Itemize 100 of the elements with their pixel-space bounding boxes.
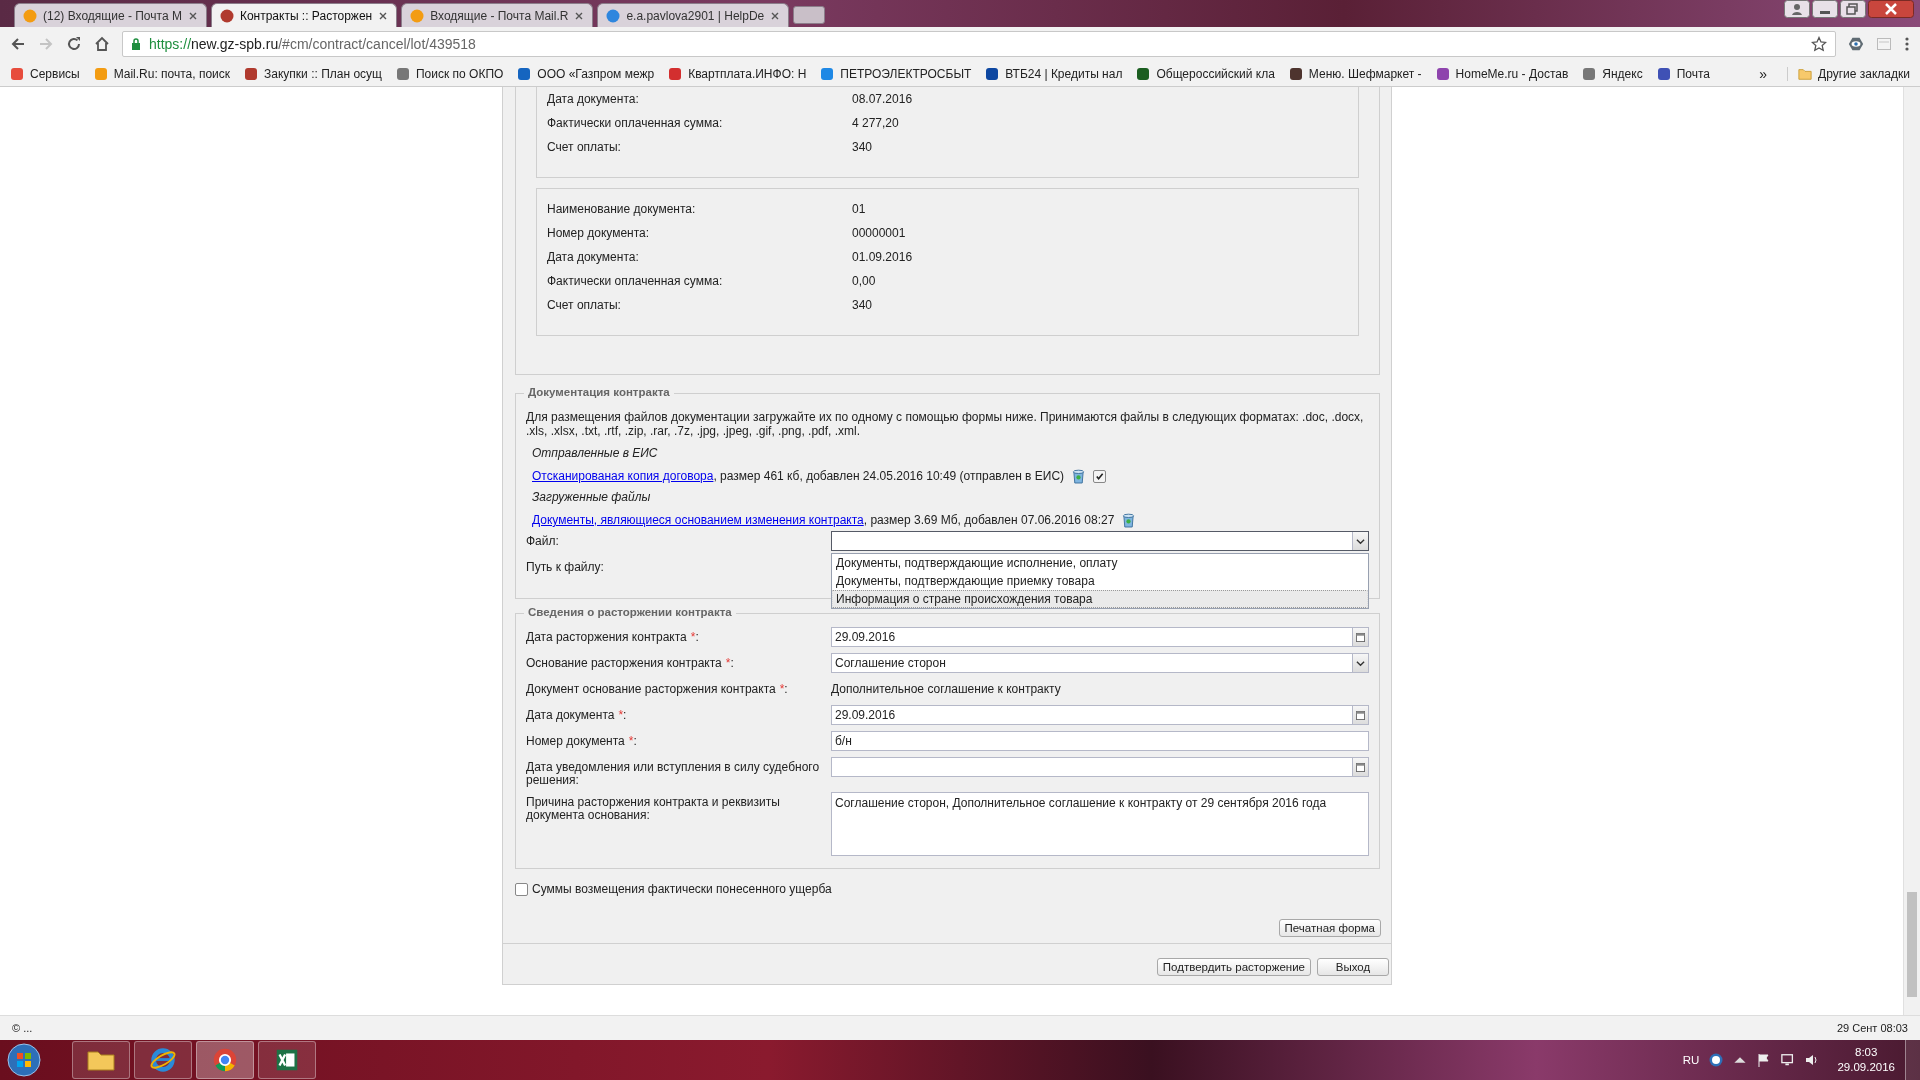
back-icon[interactable]	[10, 36, 26, 52]
files-heading: Отправленные в ЕИС	[531, 445, 659, 462]
browser-tab[interactable]: Контракты :: Расторжен	[210, 3, 398, 27]
field-label: Путь к файлу:	[526, 559, 605, 574]
input-field[interactable]: б/н	[831, 731, 1369, 751]
close-icon[interactable]	[770, 10, 781, 21]
browser-tab[interactable]: e.a.pavlova2901 | HelpDe	[597, 3, 790, 27]
other-bookmarks-folder[interactable]: Другие закладки	[1787, 66, 1910, 81]
star-icon[interactable]	[1811, 36, 1827, 52]
speaker-icon[interactable]	[1805, 1053, 1820, 1067]
status-time: 29 Сент 08:03	[1836, 1022, 1908, 1034]
calendar-icon	[1356, 632, 1365, 642]
file-entry: Отсканированая копия договора, размер 461 кб, добавлен 24.05.2016 10:49 (отправлен в ЕИС)	[532, 469, 1065, 483]
field-label: Дата расторжения контракта *:	[526, 629, 700, 644]
lock-icon	[131, 38, 141, 50]
minimize-icon[interactable]	[1812, 0, 1838, 18]
field-label: Дата уведомления или вступления в силу судебного решения:	[526, 759, 821, 787]
bookmark[interactable]: Почта	[1656, 66, 1710, 81]
browser-tab[interactable]: Входящие - Почта Mail.R	[401, 3, 594, 27]
scrollbar[interactable]	[1903, 87, 1920, 1015]
start-button[interactable]	[6, 1042, 42, 1078]
browser-tab[interactable]: (12) Входящие - Почта M	[14, 3, 207, 27]
field-label: Дата документа:	[547, 250, 640, 264]
new-tab-button[interactable]	[793, 6, 826, 24]
clock-time: 8:03	[1855, 1045, 1878, 1060]
scroll-thumb[interactable]	[1907, 892, 1917, 997]
bookmark[interactable]: HomeMe.ru - Достав	[1435, 66, 1569, 81]
user-icon[interactable]	[1784, 0, 1810, 18]
bookmark[interactable]: Общероссийский кла	[1136, 66, 1275, 81]
taskbar-app[interactable]	[134, 1041, 192, 1079]
sent-checkbox[interactable]	[1093, 469, 1107, 483]
file-link[interactable]: Документы, являющиеся основанием изменения контракта	[532, 513, 864, 527]
trash-icon[interactable]	[1122, 512, 1136, 528]
field-value: 01	[852, 202, 866, 216]
bookmark[interactable]: Сервисы	[10, 66, 80, 81]
flag-icon[interactable]	[1757, 1053, 1772, 1067]
home-icon[interactable]	[94, 36, 110, 52]
taskbar-app[interactable]	[72, 1041, 130, 1079]
field-label: Причина расторжения контракта и реквизиты документа основания:	[526, 794, 781, 822]
field-value: 340	[852, 298, 873, 312]
field-label: Номер документа *:	[526, 733, 638, 748]
field-value: 01.09.2016	[852, 250, 913, 264]
menu-icon[interactable]	[1904, 36, 1910, 52]
clock-date: 29.09.2016	[1837, 1060, 1895, 1075]
field-label: Основание расторжения контракта *:	[526, 655, 735, 670]
bookmark[interactable]: Яндекс	[1582, 66, 1643, 81]
damages-checkbox[interactable]	[515, 882, 528, 896]
date-field[interactable]	[831, 757, 1369, 777]
taskbar-app[interactable]	[196, 1041, 254, 1079]
clock[interactable]: 8:03 29.09.2016	[1837, 1045, 1895, 1075]
bookmark[interactable]: ВТБ24 | Кредиты нал	[985, 66, 1123, 81]
field-value: 340	[852, 140, 873, 154]
browser-e-icon	[148, 1046, 178, 1074]
close-icon[interactable]	[378, 10, 389, 21]
file-type-select[interactable]	[831, 531, 1369, 551]
action-button[interactable]: Подтвердить расторжение	[1156, 958, 1311, 976]
bookmark[interactable]: Квартплата.ИНФО: Н	[668, 66, 807, 81]
field-label: Счет оплаты:	[547, 298, 622, 312]
taskbar-app[interactable]	[258, 1041, 316, 1079]
reload-icon[interactable]	[66, 36, 82, 52]
date-field[interactable]: 29.09.2016	[831, 627, 1369, 647]
field-label: Дата документа:	[547, 92, 640, 106]
file-entry: Документы, являющиеся основанием изменения контракта, размер 3.69 Мб, добавлен 07.06.2016 08:27	[532, 513, 1115, 527]
show-desktop-button[interactable]	[1905, 1040, 1920, 1080]
more-bookmarks-button[interactable]: »	[1759, 65, 1768, 82]
address-bar[interactable]: https://new.gz-spb.ru/#cm/contract/cancel/lot/439518	[122, 31, 1836, 57]
language-indicator[interactable]: RU	[1682, 1054, 1700, 1066]
status-text: © ...	[12, 1022, 33, 1034]
dropdown-option[interactable]: Документы, подтверждающие приемку товара	[832, 572, 1368, 590]
text-area[interactable]: Соглашение сторон, Дополнительное соглашение к контракту от 29 сентября 2016 года	[831, 792, 1369, 856]
field-label: Дата документа *:	[526, 707, 628, 722]
bookmark[interactable]: ООО «Газпром межр	[517, 66, 655, 81]
field-label: Файл:	[526, 533, 560, 548]
bookmark[interactable]: Mail.Ru: почта, поиск	[93, 66, 231, 81]
field-label: Номер документа:	[547, 226, 651, 240]
field-value: 4 277,20	[852, 116, 899, 130]
close-icon[interactable]	[574, 10, 585, 21]
action-button[interactable]: Выход	[1317, 958, 1389, 976]
print-form-button[interactable]: Печатная форма	[1278, 919, 1381, 937]
field-label: Фактически оплаченная сумма:	[547, 116, 724, 130]
upload-hint: Для размещения файлов документации загружайте их по одному с помощью формы ниже. Принимаются файлы в следующих форматах: .doc, .docx, .xls, .xlsx, .txt, .rtf, .zip, .rar, .7z, .jpg, .jpeg, .gif, .png, .pdf, .xml.	[526, 410, 1365, 438]
trash-icon[interactable]	[1072, 468, 1086, 484]
dropdown-option[interactable]: Документы, подтверждающие исполнение, оплату	[832, 554, 1368, 572]
bookmark[interactable]: Закупки :: План осущ	[244, 66, 382, 81]
folder-icon	[1798, 66, 1813, 81]
bookmark[interactable]: Поиск по ОКПО	[395, 66, 504, 81]
bookmark[interactable]: Меню. Шефмаркет -	[1288, 66, 1422, 81]
field-value: 08.07.2016	[852, 92, 913, 106]
eye-icon[interactable]	[1848, 36, 1864, 52]
close-icon[interactable]	[1868, 0, 1914, 18]
dropdown-option[interactable]: Информация о стране происхождения товара	[832, 590, 1368, 608]
network-icon[interactable]	[1781, 1053, 1796, 1067]
select-field[interactable]: Соглашение сторон	[831, 653, 1369, 673]
date-field[interactable]: 29.09.2016	[831, 705, 1369, 725]
maximize-icon[interactable]	[1840, 0, 1866, 18]
field-label: Наименование документа:	[547, 202, 697, 216]
bookmark[interactable]: ПЕТРОЭЛЕКТРОСБЫТ	[820, 66, 972, 81]
field-label: Счет оплаты:	[547, 140, 622, 154]
field-label: Фактически оплаченная сумма:	[547, 274, 724, 288]
close-icon[interactable]	[187, 10, 198, 21]
